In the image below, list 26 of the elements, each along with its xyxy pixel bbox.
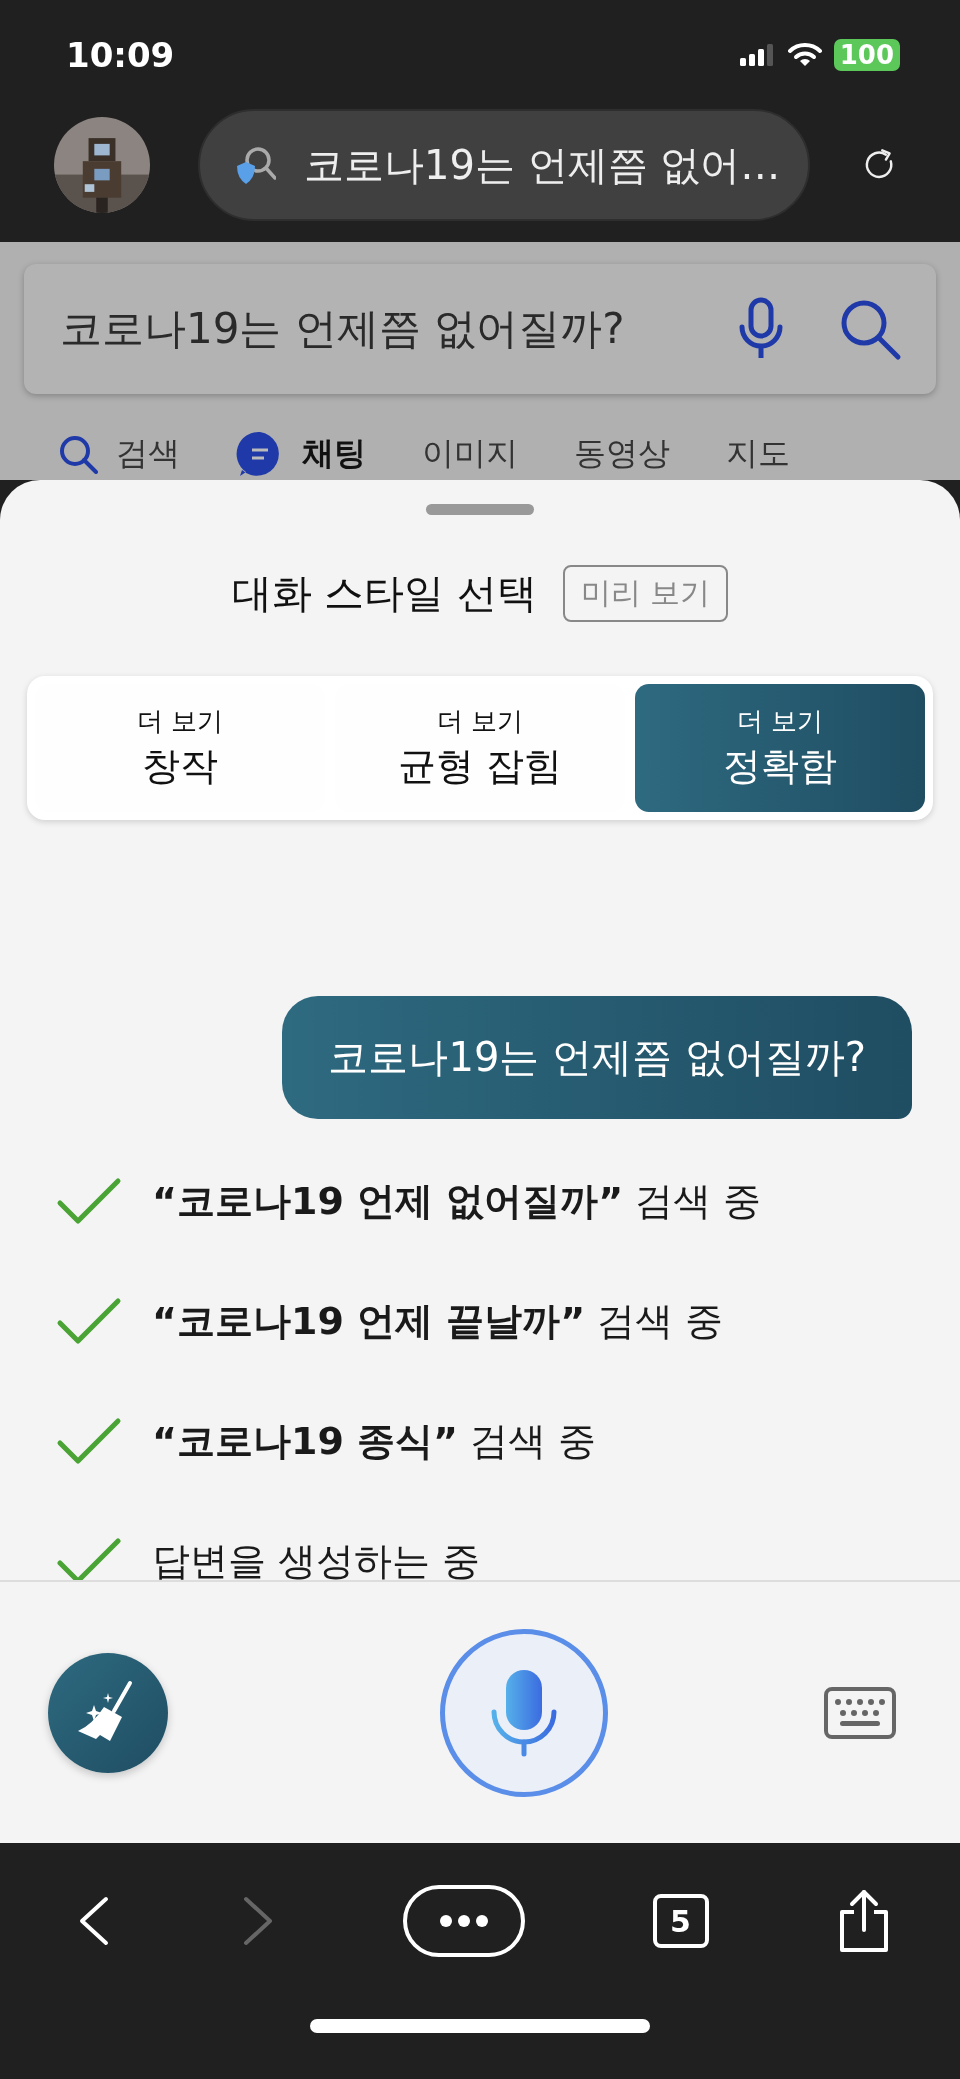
address-bar[interactable]: 코로나19는 언제쯤 없어… [198, 109, 811, 221]
more-icon[interactable] [403, 1885, 525, 1957]
search-step: “코로나19 언제 없어질까” 검색 중 [152, 1175, 762, 1227]
search-tab[interactable]: 지도 [726, 430, 790, 478]
search-step: “코로나19 언제 끝날까” 검색 중 [152, 1295, 724, 1347]
search-step: 답변을 생성하는 중 [152, 1535, 481, 1580]
sheet-title: 대화 스타일 선택 [231, 569, 537, 618]
new-topic-button[interactable] [48, 1652, 168, 1773]
tab-count-button[interactable]: 5 [652, 1894, 709, 1948]
battery-indicator: 100 [833, 39, 900, 71]
shield-search-icon [234, 144, 276, 186]
user-message: 코로나19는 언제쯤 없어질까? [282, 996, 912, 1119]
search-icon [58, 434, 98, 474]
keyboard-icon[interactable] [824, 1686, 896, 1739]
style-option[interactable]: 더 보기 정확함 [635, 684, 925, 812]
microphone-icon [491, 1667, 557, 1758]
wifi-icon [787, 42, 822, 68]
search-step: “코로나19 종식” 검색 중 [152, 1415, 597, 1467]
search-field[interactable]: 코로나19는 언제쯤 없어질까? [24, 264, 936, 394]
status-time: 10:09 [66, 35, 175, 75]
search-tab[interactable]: 이미지 [422, 430, 518, 478]
search-tab[interactable]: 동영상 [574, 430, 670, 478]
drag-handle[interactable] [426, 504, 534, 515]
signal-icon [739, 43, 776, 67]
search-tab[interactable]: 검색 [58, 430, 180, 478]
search-tab[interactable]: 채팅 [236, 430, 366, 478]
